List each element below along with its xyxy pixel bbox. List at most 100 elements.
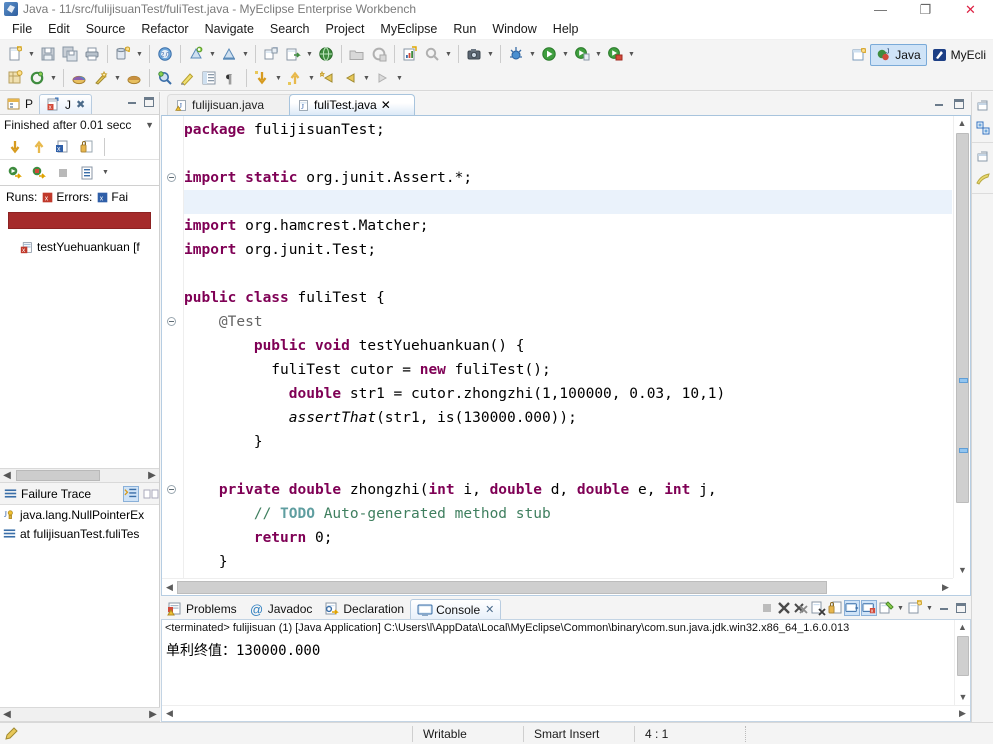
vscroll-thumb[interactable] <box>957 636 969 676</box>
tab-declaration[interactable]: Declaration <box>318 599 410 619</box>
scroll-left-icon[interactable]: ◀ <box>162 582 177 593</box>
hscroll-thumb[interactable] <box>16 470 100 481</box>
highlight-icon[interactable] <box>176 67 198 89</box>
code-line[interactable] <box>184 142 952 166</box>
junit-tree-hscrollbar[interactable]: ◀ ▶ <box>0 468 159 483</box>
code-line[interactable]: public class fuliTest { <box>184 286 952 310</box>
scroll-left-icon[interactable]: ◀ <box>162 708 177 719</box>
code-line[interactable]: return 0; <box>184 526 952 550</box>
dropdown-arrow-icon[interactable]: ▼ <box>48 67 59 89</box>
dropdown-arrow-icon[interactable]: ▼ <box>240 43 251 65</box>
run-icon[interactable] <box>538 43 560 65</box>
scroll-lock-icon[interactable] <box>844 600 860 616</box>
menu-file[interactable]: File <box>4 20 40 38</box>
dropdown-arrow-icon[interactable]: ▼ <box>306 67 317 89</box>
code-line[interactable]: package fulijisuanTest; <box>184 118 952 142</box>
code-line[interactable]: assertThat(str1, is(130000.000)); <box>184 406 952 430</box>
perspective-myeclipse[interactable]: MyEcli <box>927 44 991 66</box>
scroll-up-icon[interactable]: ▲ <box>954 116 970 131</box>
editor-tab-fuliTest[interactable]: J fuliTest.java ✕ <box>289 94 415 115</box>
next-failure-icon[interactable] <box>4 136 26 158</box>
menu-window[interactable]: Window <box>484 20 544 38</box>
open-folder-icon[interactable] <box>346 43 368 65</box>
annotation-marker[interactable] <box>959 448 968 453</box>
menu-project[interactable]: Project <box>318 20 373 38</box>
pilcrow-icon[interactable]: ¶ <box>220 67 242 89</box>
menu-source[interactable]: Source <box>78 20 134 38</box>
save-icon[interactable] <box>37 43 59 65</box>
code-line[interactable]: @Test <box>184 310 952 334</box>
perspective-java[interactable]: J Java <box>870 44 927 66</box>
dropdown-arrow-icon[interactable]: ▼ <box>134 43 145 65</box>
scroll-right-icon[interactable]: ▶ <box>938 582 953 593</box>
scroll-down-icon[interactable]: ▼ <box>955 690 971 705</box>
scroll-left-icon[interactable]: ◀ <box>0 709 14 720</box>
fold-toggle-icon[interactable] <box>167 173 176 182</box>
menu-myeclipse[interactable]: MyEclipse <box>372 20 445 38</box>
refresh-icon[interactable] <box>26 67 48 89</box>
display-console-icon[interactable] <box>878 600 894 616</box>
clear-console-icon[interactable] <box>810 600 826 616</box>
maximize-icon[interactable] <box>141 94 157 110</box>
console-hscrollbar[interactable]: ◀ ▶ <box>162 705 970 721</box>
fold-toggle-icon[interactable] <box>167 317 176 326</box>
dropdown-arrow-icon[interactable]: ▼ <box>304 43 315 65</box>
web-browser-icon[interactable] <box>315 43 337 65</box>
code-line[interactable]: } <box>184 430 952 454</box>
code-line[interactable] <box>184 454 952 478</box>
db-connect-icon[interactable] <box>218 43 240 65</box>
pin-console-icon[interactable]: x <box>861 600 877 616</box>
maximize-icon[interactable] <box>953 600 969 616</box>
code-line[interactable]: private double zhongzhi(int i, double d,… <box>184 478 952 502</box>
run-external-icon[interactable] <box>571 43 593 65</box>
failure-trace-row[interactable]: at fulijisuanTest.fuliTes <box>0 524 159 543</box>
fold-toggle-icon[interactable] <box>167 485 176 494</box>
save-all-icon[interactable] <box>59 43 81 65</box>
menu-search[interactable]: Search <box>262 20 318 38</box>
dropdown-arrow-icon[interactable]: ▼ <box>394 67 405 89</box>
back-icon[interactable] <box>339 67 361 89</box>
previous-failure-icon[interactable] <box>28 136 50 158</box>
chevron-down-icon[interactable]: ▼ <box>895 600 906 616</box>
view-menu-icon[interactable]: ▼ <box>142 120 157 130</box>
remove-launch-icon[interactable] <box>776 600 792 616</box>
package-explorer-icon[interactable] <box>972 117 993 139</box>
test-history-icon[interactable] <box>76 162 98 184</box>
package-icon[interactable] <box>68 67 90 89</box>
dropdown-arrow-icon[interactable]: ▼ <box>443 43 454 65</box>
forward-icon[interactable] <box>372 67 394 89</box>
menu-run[interactable]: Run <box>445 20 484 38</box>
dropdown-arrow-icon[interactable]: ▼ <box>485 43 496 65</box>
tab-javadoc[interactable]: @ Javadoc <box>243 599 319 619</box>
dropdown-arrow-icon[interactable]: ▼ <box>207 43 218 65</box>
snapshot-icon[interactable] <box>463 43 485 65</box>
dropdown-arrow-icon[interactable]: ▼ <box>626 43 637 65</box>
close-icon[interactable]: ✕ <box>381 98 391 112</box>
rerun-test-icon[interactable] <box>4 162 26 184</box>
new-icon[interactable] <box>4 43 26 65</box>
dropdown-arrow-icon[interactable]: ▼ <box>527 43 538 65</box>
code-line[interactable]: fuliTest cutor = new fuliTest(); <box>184 358 952 382</box>
editor-hscrollbar[interactable]: ◀ ▶ <box>162 578 953 595</box>
dropdown-arrow-icon[interactable]: ▼ <box>361 67 372 89</box>
outline-icon[interactable] <box>972 168 993 190</box>
dropdown-arrow-icon[interactable]: ▼ <box>593 43 604 65</box>
menu-navigate[interactable]: Navigate <box>197 20 262 38</box>
hscroll-thumb[interactable] <box>177 580 827 594</box>
tool-icon[interactable] <box>90 67 112 89</box>
console-output[interactable]: 单利终值：130000.000 <box>162 634 970 660</box>
maximize-icon[interactable] <box>951 96 967 112</box>
scroll-down-icon[interactable]: ▼ <box>954 563 971 578</box>
stop-icon[interactable] <box>52 162 74 184</box>
next-annotation-icon[interactable] <box>251 67 273 89</box>
chevron-down-icon[interactable]: ▼ <box>924 600 935 616</box>
restore-icon[interactable] <box>972 146 993 168</box>
filter-stacktrace-icon[interactable] <box>123 485 139 502</box>
dropdown-arrow-icon[interactable]: ▼ <box>26 43 37 65</box>
restore-icon[interactable] <box>972 95 993 117</box>
search-ref-icon[interactable] <box>154 67 176 89</box>
code-line[interactable]: } <box>184 550 952 574</box>
code-text[interactable]: package fulijisuanTest; import static or… <box>184 116 952 577</box>
new-java-project-icon[interactable] <box>4 67 26 89</box>
compare-result-icon[interactable] <box>143 486 159 502</box>
